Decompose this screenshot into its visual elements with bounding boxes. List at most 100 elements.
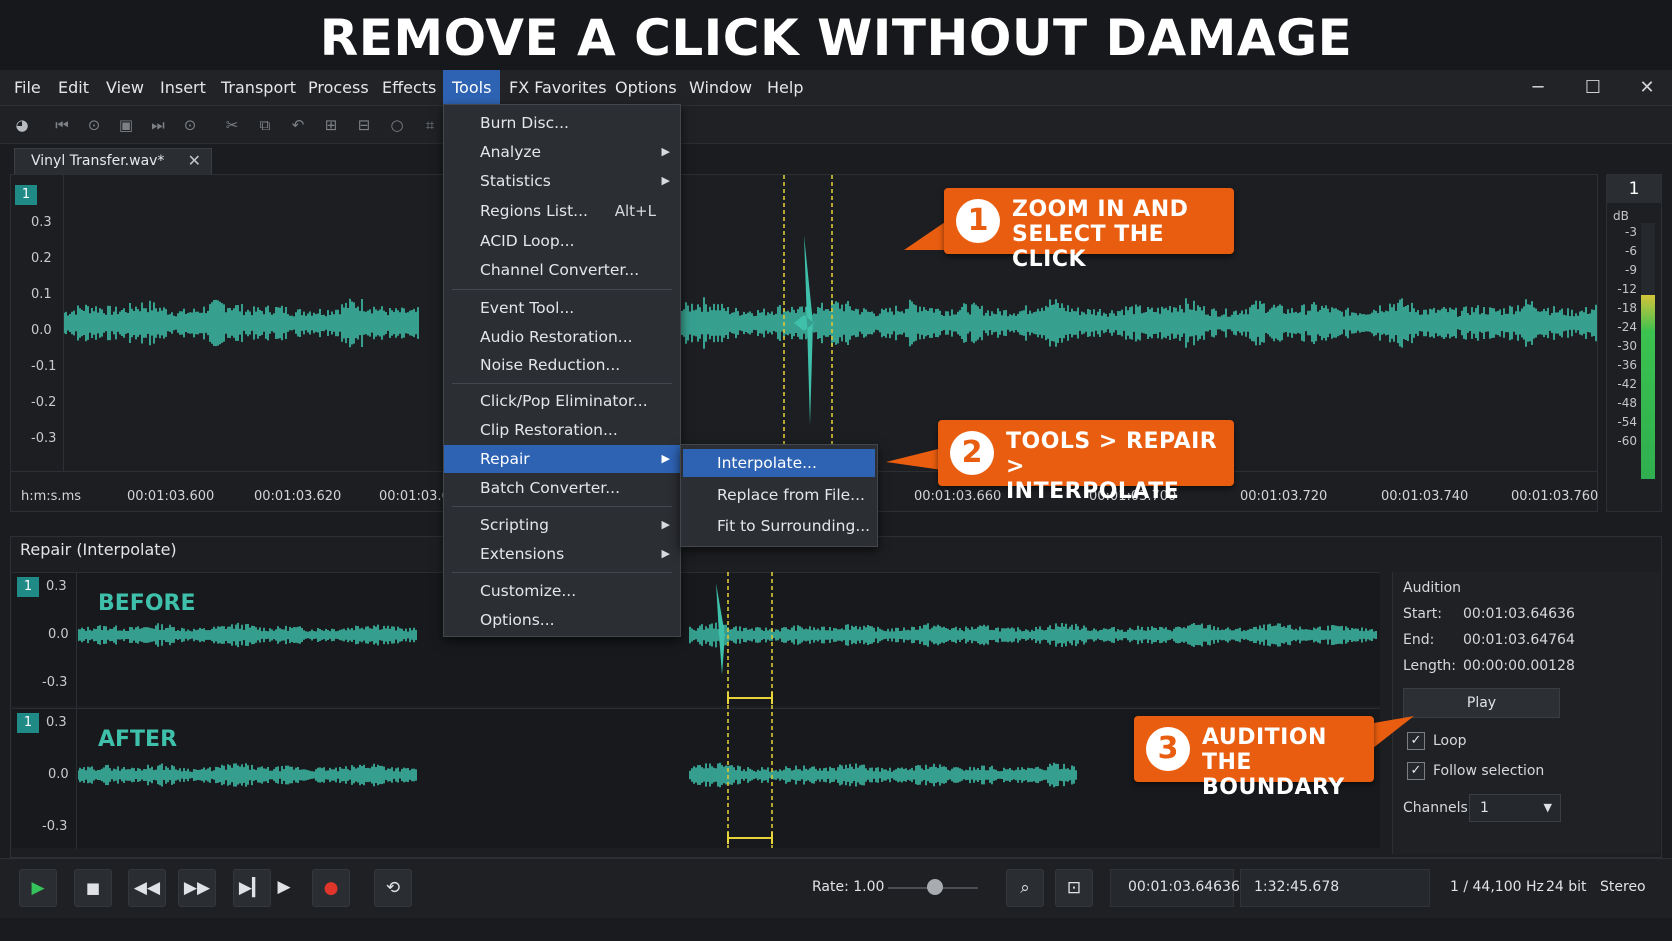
- end-label: End:: [1403, 632, 1435, 648]
- menu-item-statistics[interactable]: Statistics ▶: [444, 167, 680, 195]
- y-tick: 0.0: [31, 323, 52, 338]
- snap-icon[interactable]: ⌗: [420, 115, 440, 135]
- menu-help[interactable]: Help: [763, 70, 807, 106]
- menu-process[interactable]: Process: [304, 70, 373, 106]
- chevron-down-icon: ▼: [1543, 801, 1552, 814]
- fit-view-icon[interactable]: ⊡: [1055, 869, 1093, 907]
- undo-icon[interactable]: ↶: [288, 115, 308, 135]
- meter-unit: dB: [1613, 209, 1629, 223]
- menu-file[interactable]: File: [10, 70, 45, 106]
- channels-label: Channels:: [1403, 800, 1473, 816]
- menu-item-event-tool[interactable]: Event Tool...: [444, 294, 680, 322]
- menu-edit[interactable]: Edit: [54, 70, 93, 106]
- y-tick: 0.0: [48, 767, 69, 782]
- y-tick: -0.3: [42, 819, 68, 834]
- time-label: 00:01:03.620: [254, 489, 342, 504]
- time-label: 00:01:03.720: [1240, 489, 1328, 504]
- stop-transport-button[interactable]: ■: [74, 869, 112, 907]
- y-tick: -0.1: [31, 359, 57, 374]
- menu-item-scripting[interactable]: Scripting ▶: [444, 511, 680, 539]
- marker-icon[interactable]: ⊙: [180, 115, 200, 135]
- menu-transport[interactable]: Transport: [217, 70, 300, 106]
- callout-step-3: 3 AUDITION THE BOUNDARY: [1134, 716, 1374, 800]
- menu-item-fit-to-surrounding[interactable]: Fit to Surrounding...: [681, 512, 877, 540]
- meter-scale-label: -48: [1617, 396, 1637, 410]
- maximize-button[interactable]: ☐: [1573, 70, 1613, 106]
- menu-item-batch-converter[interactable]: Batch Converter...: [444, 474, 680, 502]
- loop-icon[interactable]: ○: [387, 115, 407, 135]
- y-tick: 0.2: [31, 251, 52, 266]
- meter-scale-label: -12: [1617, 282, 1637, 296]
- file-tab[interactable]: Vinyl Transfer.wav* ✕: [14, 148, 212, 174]
- menu-tools[interactable]: Tools: [443, 70, 501, 106]
- callout-text: ZOOM IN AND SELECT THE CLICK: [1012, 197, 1189, 272]
- audition-title: Audition: [1403, 580, 1462, 596]
- y-tick: 0.3: [46, 715, 67, 730]
- cut-icon[interactable]: ✂: [222, 115, 242, 135]
- menu-item-click-pop-eliminator[interactable]: Click/Pop Eliminator...: [444, 387, 680, 415]
- minimize-button[interactable]: ─: [1518, 70, 1558, 106]
- trim-icon[interactable]: ⊟: [354, 115, 374, 135]
- menu-item-customize[interactable]: Customize...: [444, 577, 680, 605]
- menu-item-burn-disc[interactable]: Burn Disc...: [444, 109, 680, 137]
- menu-item-acid-loop[interactable]: ACID Loop...: [444, 227, 680, 255]
- menu-item-extensions[interactable]: Extensions ▶: [444, 540, 680, 568]
- menu-item-regions-list[interactable]: Regions List... Alt+L: [444, 197, 680, 225]
- rate-slider-handle[interactable]: [927, 879, 943, 895]
- y-tick: -0.3: [31, 431, 57, 446]
- go-start-icon[interactable]: ⏮: [52, 115, 72, 135]
- y-tick: 0.3: [31, 215, 52, 230]
- app-icon[interactable]: ◕: [12, 115, 32, 135]
- record-icon[interactable]: ⊙: [84, 115, 104, 135]
- record-button[interactable]: ●: [312, 869, 350, 907]
- step-number: 2: [950, 431, 994, 475]
- loop-button[interactable]: ⟲: [374, 869, 412, 907]
- menu-item-replace-from-file[interactable]: Replace from File...: [681, 481, 877, 509]
- zoom-icon[interactable]: ⌕: [1006, 869, 1044, 907]
- play-button[interactable]: Play: [1403, 688, 1560, 718]
- menu-item-options[interactable]: Options...: [444, 606, 680, 634]
- menu-options[interactable]: Options: [611, 70, 681, 106]
- end-value: 00:01:03.64764: [1463, 632, 1575, 648]
- channels-select[interactable]: 1 ▼: [1469, 794, 1561, 822]
- follow-selection-label: Follow selection: [1433, 763, 1545, 779]
- menu-fx-favorites[interactable]: FX Favorites: [505, 70, 611, 106]
- repair-selection[interactable]: [700, 572, 780, 848]
- submenu-arrow-icon: ▶: [661, 145, 670, 158]
- play-selection-button[interactable]: ▶: [265, 869, 303, 907]
- rate-label: Rate: 1.00: [812, 879, 885, 895]
- menu-insert[interactable]: Insert: [156, 70, 210, 106]
- menu-item-audio-restoration[interactable]: Audio Restoration...: [444, 323, 680, 351]
- close-tab-icon[interactable]: ✕: [188, 149, 201, 173]
- before-track[interactable]: 1 0.3 0.0 -0.3 BEFORE: [12, 572, 1380, 707]
- copy-icon[interactable]: ⧉: [255, 115, 275, 135]
- fast-forward-button[interactable]: ▶▶: [178, 869, 216, 907]
- menu-view[interactable]: View: [102, 70, 148, 106]
- time-label: 00:01:03.660: [914, 489, 1002, 504]
- menu-item-analyze[interactable]: Analyze ▶: [444, 138, 680, 166]
- paste-icon[interactable]: ⊞: [321, 115, 341, 135]
- submenu-arrow-icon: ▶: [661, 452, 670, 465]
- menu-item-repair[interactable]: Repair ▶: [444, 445, 680, 473]
- menu-window[interactable]: Window: [685, 70, 756, 106]
- menu-item-interpolate[interactable]: Interpolate...: [683, 449, 875, 477]
- submenu-arrow-icon: ▶: [661, 518, 670, 531]
- menu-item-clip-restoration[interactable]: Clip Restoration...: [444, 416, 680, 444]
- meter-fill: [1641, 294, 1655, 479]
- sample-rate: 1 / 44,100 Hz: [1450, 879, 1544, 895]
- close-window-button[interactable]: ✕: [1627, 70, 1667, 106]
- callout-pointer: [1368, 716, 1414, 752]
- stop-icon[interactable]: ▣: [116, 115, 136, 135]
- rewind-button[interactable]: ◀◀: [128, 869, 166, 907]
- follow-selection-checkbox[interactable]: ✓: [1407, 762, 1425, 780]
- callout-pointer: [904, 220, 948, 250]
- menu-item-noise-reduction[interactable]: Noise Reduction...: [444, 351, 680, 379]
- channel-badge: 1: [17, 713, 39, 733]
- go-end-icon[interactable]: ⏭: [148, 115, 168, 135]
- play-transport-button[interactable]: ▶: [19, 869, 57, 907]
- y-tick: 0.1: [31, 287, 52, 302]
- menu-item-channel-converter[interactable]: Channel Converter...: [444, 256, 680, 284]
- menu-effects[interactable]: Effects: [378, 70, 440, 106]
- y-tick: 0.3: [46, 579, 67, 594]
- tutorial-banner: REMOVE A CLICK WITHOUT DAMAGE: [0, 0, 1672, 70]
